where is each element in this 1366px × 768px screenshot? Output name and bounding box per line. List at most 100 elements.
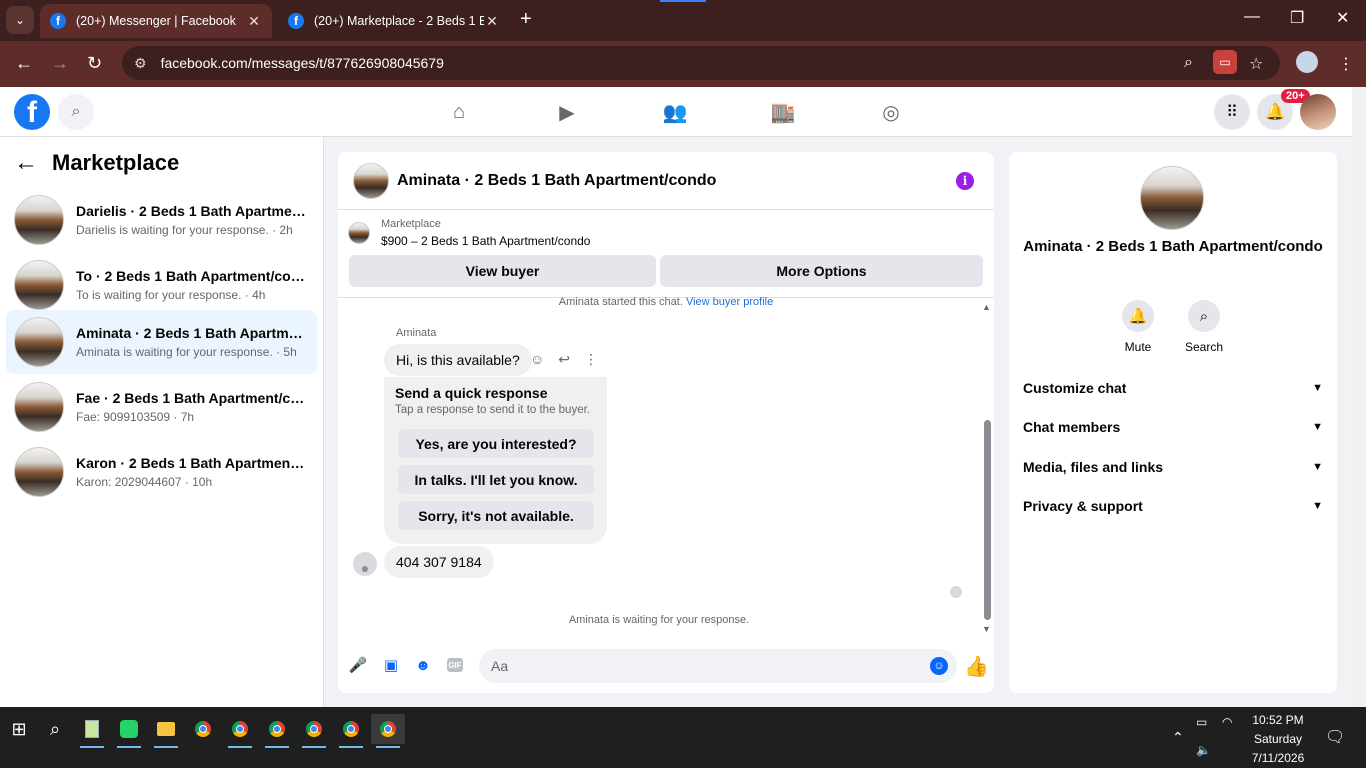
reply-icon[interactable]: ↩ [558, 351, 570, 368]
notepad-icon[interactable] [75, 714, 109, 748]
chrome-icon[interactable] [186, 714, 220, 744]
chrome-icon[interactable] [334, 714, 368, 748]
scroll-down-icon[interactable]: ▼ [982, 624, 991, 634]
quick-reply-button[interactable]: Yes, are you interested? [398, 429, 594, 458]
tab-messenger[interactable]: f (20+) Messenger | Facebook ✕ [40, 4, 272, 38]
chat-members-row[interactable]: Chat members ▼ [1023, 416, 1323, 438]
page-scrollbar[interactable] [1352, 87, 1366, 707]
tab-search-button[interactable]: ⌄ [6, 6, 34, 34]
close-tab-icon[interactable]: ✕ [246, 13, 262, 30]
search-icon[interactable]: ⌕ [58, 94, 94, 130]
gif-icon[interactable]: GIF [447, 658, 463, 672]
scroll-thumb[interactable] [984, 420, 991, 620]
chat-listing-thumbnail[interactable] [353, 162, 389, 199]
mute-button[interactable]: 🔔 Mute [1108, 300, 1168, 354]
maximize-icon[interactable]: ❐ [1290, 8, 1304, 28]
facebook-logo-icon[interactable]: f [14, 94, 50, 130]
chevron-down-icon: ▼ [1312, 500, 1323, 512]
new-tab-icon[interactable]: + [520, 8, 532, 31]
conversation-item-selected[interactable]: Aminata · 2 Beds 1 Bath Apartmen... Amina… [6, 310, 317, 374]
microphone-icon[interactable]: 🎤 [349, 656, 368, 674]
file-explorer-icon[interactable] [149, 714, 183, 748]
back-arrow-icon[interactable]: ← [14, 149, 38, 177]
reload-icon[interactable]: ↻ [87, 53, 102, 74]
quick-reply-button[interactable]: In talks. I'll let you know. [398, 465, 594, 494]
quick-reply-button[interactable]: Sorry, it's not available. [398, 501, 594, 530]
sender-avatar-icon[interactable]: ● [353, 552, 377, 576]
site-info-icon[interactable]: ⚙ [134, 55, 147, 72]
view-buyer-button[interactable]: View buyer [349, 255, 656, 287]
battery-icon[interactable]: ▭ [1196, 715, 1207, 729]
media-files-row[interactable]: Media, files and links ▼ [1023, 456, 1323, 478]
message-bubble[interactable]: Hi, is this available? [384, 344, 532, 376]
more-dots-icon[interactable]: ⋮ [584, 351, 598, 368]
scroll-up-icon[interactable]: ▲ [982, 302, 991, 312]
close-tab-icon[interactable]: ✕ [484, 13, 500, 30]
groups-icon[interactable]: ◎ [878, 99, 904, 125]
seen-indicator [950, 586, 962, 598]
url-field[interactable]: ⚙ facebook.com/messages/t/87762690804567… [122, 46, 1280, 80]
conversation-preview: Aminata is waiting for your response. · … [76, 345, 297, 359]
conversation-item[interactable]: Fae · 2 Beds 1 Bath Apartment/con... Fae:… [6, 375, 317, 439]
marketplace-icon[interactable]: 🏬 [770, 99, 796, 125]
emoji-icon[interactable]: ☺ [930, 657, 948, 675]
profile-icon[interactable] [1296, 51, 1318, 73]
forward-icon[interactable]: → [51, 53, 69, 74]
chat-scrollbar[interactable]: ▲ ▼ [980, 302, 994, 634]
conversation-preview: Karon: 2029044607 · 10h [76, 475, 213, 489]
wifi-icon[interactable]: ◠ [1222, 715, 1232, 729]
notification-center-icon[interactable]: 🗨 [1325, 727, 1345, 747]
minimize-icon[interactable]: — [1244, 8, 1260, 26]
privacy-support-row[interactable]: Privacy & support ▼ [1023, 495, 1323, 517]
conversation-item[interactable]: Karon · 2 Beds 1 Bath Apartment/c... Karo… [6, 440, 317, 504]
menu-dots-icon[interactable]: ⋮ [1338, 54, 1354, 74]
conversation-name: Fae · 2 Beds 1 Bath Apartment/con... [76, 390, 308, 406]
clock-time: 10:52 PM [1252, 713, 1304, 727]
listing-summary[interactable]: Marketplace $900 – 2 Beds 1 Bath Apartme… [348, 218, 590, 248]
conversation-preview: To is waiting for your response. · 4h [76, 288, 266, 302]
more-options-button[interactable]: More Options [660, 255, 983, 287]
search-icon[interactable]: ⌕ [38, 714, 72, 744]
tab-marketplace[interactable]: f (20+) Marketplace - 2 Beds 1 Ba ✕ [278, 4, 510, 38]
back-icon[interactable]: ← [15, 53, 33, 74]
search-button[interactable]: ⌕ Search [1174, 300, 1234, 354]
photo-icon[interactable]: ▣ [382, 656, 400, 674]
conversation-item[interactable]: To · 2 Beds 1 Bath Apartment/condo To is … [6, 253, 317, 317]
conversation-name: Darielis · 2 Beds 1 Bath Apartment... [76, 203, 308, 219]
show-hidden-icons-icon[interactable]: ⌃ [1172, 729, 1184, 746]
windows-start-icon[interactable]: ⊞ [2, 714, 36, 744]
conversation-item[interactable]: Darielis · 2 Beds 1 Bath Apartment... Dar… [6, 188, 317, 252]
volume-icon[interactable]: 🔈 [1196, 743, 1211, 757]
friends-icon[interactable]: 👥 [662, 99, 688, 125]
conversation-avatar[interactable] [1140, 166, 1204, 230]
bookmark-star-icon[interactable]: ☆ [1249, 54, 1263, 74]
chevron-down-icon: ▼ [1312, 382, 1323, 394]
account-avatar[interactable] [1300, 94, 1336, 130]
home-icon[interactable]: ⌂ [446, 99, 472, 125]
zoom-icon[interactable]: ⌕ [1184, 54, 1193, 72]
view-buyer-profile-link[interactable]: View buyer profile [686, 296, 773, 308]
close-window-icon[interactable]: ✕ [1336, 8, 1349, 28]
panel-header: ← Marketplace [14, 149, 179, 177]
chrome-icon[interactable] [223, 714, 257, 748]
customize-chat-row[interactable]: Customize chat ▼ [1023, 377, 1323, 399]
video-icon[interactable]: ▶ [554, 99, 580, 125]
thumbs-up-icon[interactable]: 👍 [964, 654, 989, 679]
react-emoji-icon[interactable]: ☺ [530, 351, 544, 368]
message-bubble[interactable]: 404 307 9184 [384, 546, 494, 578]
chevron-down-icon: ▼ [1312, 461, 1323, 473]
conversation-name: To · 2 Beds 1 Bath Apartment/condo [76, 268, 308, 284]
info-icon[interactable]: i [956, 172, 974, 190]
message-input[interactable]: Aa [479, 649, 957, 683]
menu-grid-icon[interactable]: ⠿ [1214, 94, 1250, 130]
system-clock[interactable]: 10:52 PM Saturday 7/11/2026 [1238, 711, 1318, 768]
whatsapp-icon[interactable] [112, 714, 146, 748]
chrome-icon[interactable] [297, 714, 331, 748]
sticker-icon[interactable]: ☻ [414, 656, 432, 674]
conversation-title: Aminata · 2 Beds 1 Bath Apartment/condo [1023, 238, 1323, 255]
chrome-icon[interactable] [260, 714, 294, 748]
chrome-icon[interactable] [371, 714, 405, 748]
chat-title[interactable]: Aminata · 2 Beds 1 Bath Apartment/condo [397, 172, 716, 190]
cast-icon[interactable]: ▭ [1213, 50, 1237, 74]
listing-thumbnail [14, 195, 64, 245]
